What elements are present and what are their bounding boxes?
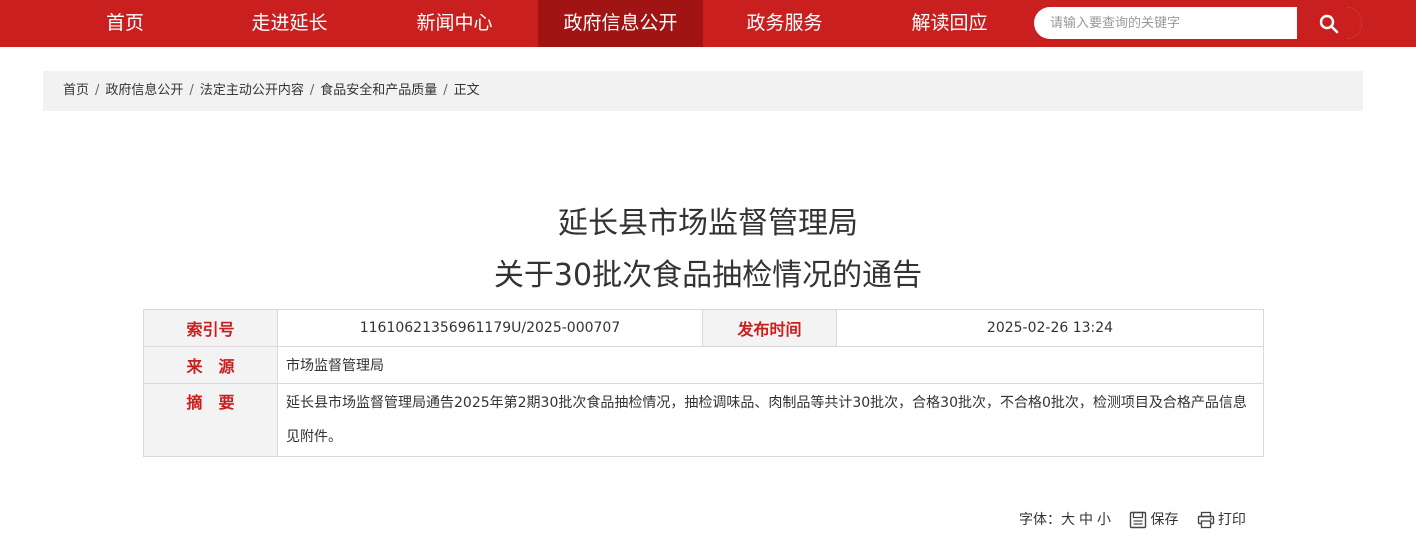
font-large-button[interactable]: 大 (1061, 508, 1075, 532)
metadata-row: 来 源 市场监督管理局 (143, 346, 1264, 384)
font-small-button[interactable]: 小 (1097, 508, 1111, 532)
print-button[interactable]: 打印 (1197, 508, 1246, 532)
index-number-label: 索引号 (143, 309, 278, 347)
source-value: 市场监督管理局 (277, 346, 1264, 384)
index-number-value: 11610621356961179U/2025-000707 (277, 309, 703, 347)
search-icon (1319, 14, 1339, 34)
print-icon (1197, 511, 1215, 529)
article-tools: 字体：大中小 保存 打印 (1019, 508, 1246, 532)
breadcrumb-statutory-content[interactable]: 法定主动公开内容 (200, 83, 304, 98)
breadcrumb: 首页 / 政府信息公开 / 法定主动公开内容 / 食品安全和产品质量 / 正文 (43, 71, 1363, 111)
print-label: 打印 (1217, 512, 1246, 528)
breadcrumb-separator: / (95, 83, 100, 98)
breadcrumb-home[interactable]: 首页 (63, 83, 89, 98)
nav-interpretation[interactable]: 解读回应 (893, 0, 1006, 47)
publish-date-value: 2025-02-26 13:24 (836, 309, 1264, 347)
top-nav: 首页 走进延长 新闻中心 政府信息公开 政务服务 解读回应 (0, 0, 1416, 47)
title-line-2: 关于30批次食品抽检情况的通告 (493, 258, 923, 293)
font-size-label: 字体： (1019, 512, 1061, 528)
search-input[interactable] (1034, 7, 1296, 39)
breadcrumb-current: 正文 (453, 83, 480, 98)
breadcrumb-separator: / (443, 83, 448, 98)
save-label: 保存 (1150, 512, 1179, 528)
breadcrumb-gov-info[interactable]: 政府信息公开 (105, 83, 183, 98)
breadcrumb-separator: / (189, 83, 194, 98)
breadcrumb-food-safety[interactable]: 食品安全和产品质量 (320, 83, 437, 98)
publish-date-label: 发布时间 (702, 309, 837, 347)
summary-value: 延长县市场监督管理局通告2025年第2期30批次食品抽检情况，抽检调味品、肉制品… (277, 383, 1264, 457)
search-button[interactable] (1297, 7, 1362, 39)
page-title: 延长县市场监督管理局 关于30批次食品抽检情况的通告 (0, 198, 1416, 302)
summary-label: 摘 要 (143, 383, 278, 457)
nav-home[interactable]: 首页 (87, 0, 163, 47)
font-medium-button[interactable]: 中 (1079, 508, 1093, 532)
breadcrumb-separator: / (309, 83, 315, 98)
nav-news-center[interactable]: 新闻中心 (398, 0, 511, 47)
metadata-table: 索引号 11610621356961179U/2025-000707 发布时间 … (143, 309, 1264, 457)
save-icon (1130, 511, 1147, 529)
metadata-row: 摘 要 延长县市场监督管理局通告2025年第2期30批次食品抽检情况，抽检调味品… (143, 383, 1264, 457)
nav-about-yanchang[interactable]: 走进延长 (233, 0, 346, 47)
nav-gov-info-disclosure[interactable]: 政府信息公开 (538, 0, 703, 47)
save-button[interactable]: 保存 (1129, 508, 1178, 532)
source-label: 来 源 (143, 346, 278, 384)
title-line-1: 延长县市场监督管理局 (558, 206, 858, 241)
metadata-row: 索引号 11610621356961179U/2025-000707 发布时间 … (143, 309, 1264, 347)
nav-gov-services[interactable]: 政务服务 (728, 0, 841, 47)
